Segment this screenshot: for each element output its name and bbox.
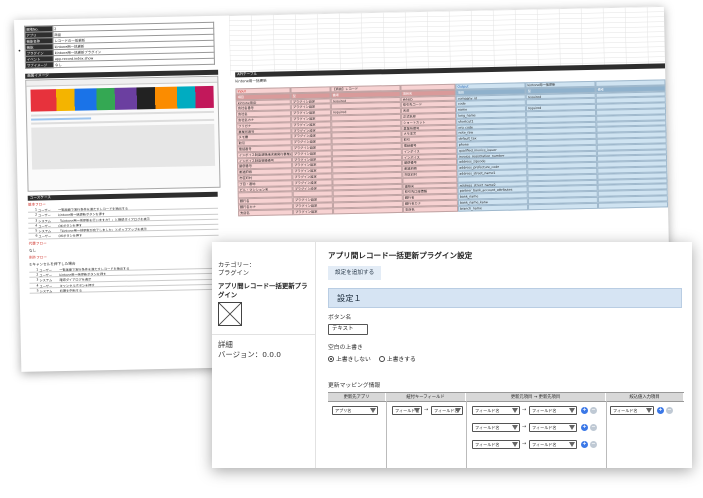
- api-cell: branch_name: [457, 204, 529, 212]
- remove-row-icon[interactable]: −: [590, 424, 597, 431]
- mapping-header-field-map: 更新元項目 → 更新先項目: [466, 393, 606, 401]
- usecase-cell: システム: [39, 289, 53, 294]
- radio-unselected-icon: [378, 355, 385, 362]
- usecase-cell: 3: [36, 277, 39, 282]
- usecase-cell: システム: [39, 278, 53, 283]
- api-cell: [333, 206, 404, 214]
- overwrite-label: 空白の上書き: [328, 345, 363, 351]
- mapping-header-filter: 絞込値入力項目: [606, 393, 684, 401]
- mapping-col-rule: [466, 401, 467, 468]
- api-cell: [527, 202, 599, 210]
- radio-selected-icon: [328, 355, 334, 362]
- chevron-down-icon: [370, 408, 376, 413]
- category-value: プラグイン: [218, 270, 249, 277]
- usecase-cell: 5: [36, 288, 39, 293]
- chevron-down-icon: [646, 408, 652, 413]
- mapping-col-rule: [386, 401, 387, 468]
- usecase-cell: ユーザー: [39, 273, 53, 278]
- version-text: バージョン：0.0.0: [218, 350, 282, 359]
- panel-divider: [212, 334, 316, 335]
- usecase-cell: 5: [35, 228, 38, 233]
- target-app-select[interactable]: アプリ名: [332, 406, 378, 415]
- usecase-cell: 3: [35, 218, 38, 223]
- settings-title: アプリ間レコード一括更新プラグイン設定: [328, 251, 473, 260]
- button-name-input[interactable]: テキスト: [328, 324, 368, 335]
- plugin-info-panel: カテゴリー： プラグイン アプリ間レコード一括更新プラグイン 詳細 バージョン：…: [212, 242, 316, 468]
- setting-1-header[interactable]: 設定１: [328, 288, 682, 308]
- usecase-cell: ユーザー: [38, 213, 51, 218]
- usecase-cell: 4: [36, 283, 39, 288]
- chevron-down-icon: [512, 425, 518, 430]
- add-row-icon[interactable]: +: [581, 424, 588, 431]
- usecase-cell: ユーザー: [37, 208, 51, 213]
- usecase-cell: 6: [35, 234, 38, 239]
- remove-filter-icon[interactable]: −: [666, 407, 673, 414]
- mapping-header-key-field: 紐付キーフィールド: [386, 393, 466, 401]
- button-name-label: ボタン名: [328, 315, 352, 321]
- bullet-marker: •: [17, 47, 22, 55]
- detail-label: 詳細: [218, 340, 233, 349]
- api-cell: プラグイン設定: [293, 208, 334, 215]
- usecase-cell: ユーザー: [39, 268, 52, 273]
- usecase-cell: 1: [34, 207, 38, 212]
- source-field-select-2[interactable]: フィールド名: [472, 423, 520, 432]
- source-field-select-3[interactable]: フィールド名: [472, 440, 520, 449]
- filter-field-select[interactable]: フィールド名: [610, 406, 654, 415]
- usecase-cell: 2: [35, 212, 38, 217]
- chevron-down-icon: [512, 442, 518, 447]
- meta-key: サブイメージ: [25, 61, 54, 69]
- target-field-select-1[interactable]: フィールド名: [529, 406, 577, 415]
- chevron-down-icon: [512, 408, 518, 413]
- spec-meta-table: 現地No. 2 アプリ 商談 機能名称 レコードの一括更新 機能 kintone用一括更新 プラ…: [24, 22, 215, 69]
- usecase-cell: ユーザー: [39, 283, 53, 289]
- target-field-select-3[interactable]: フィールド名: [529, 440, 577, 449]
- remove-row-icon[interactable]: −: [590, 407, 597, 414]
- key-field-source-select[interactable]: フィールド名: [392, 406, 422, 415]
- mapping-col-rule: [606, 401, 607, 468]
- api-table: Input 【商談】レコード Output kintone用一括更新 項目型備考…: [235, 79, 669, 216]
- chevron-down-icon: [569, 425, 575, 430]
- screen-image-thumbnail: [25, 75, 221, 192]
- plugin-settings-card: カテゴリー： プラグイン アプリ間レコード一括更新プラグイン 詳細 バージョン：…: [212, 242, 692, 468]
- key-field-target-select[interactable]: フィールド名: [431, 406, 463, 415]
- mapping-table: 更新先アプリ 紐付キーフィールド 更新元項目 → 更新先項目 絞込値入力項目: [328, 392, 684, 402]
- arrow-icon: →: [522, 441, 527, 447]
- settings-main: アプリ間レコード一括更新プラグイン設定 設定を追加する 設定１ ボタン名 テキス…: [316, 242, 692, 468]
- source-field-select-1[interactable]: フィールド名: [472, 406, 520, 415]
- chevron-down-icon: [569, 408, 575, 413]
- plugin-image-placeholder-icon: [218, 302, 242, 326]
- usecase-cell: 2: [36, 272, 39, 277]
- arrow-icon: →: [424, 407, 429, 413]
- add-setting-button[interactable]: 設定を追加する: [328, 266, 382, 280]
- target-field-select-2[interactable]: フィールド名: [529, 423, 577, 432]
- usecase-cell: 4: [35, 223, 38, 228]
- api-cell: 支店名: [402, 205, 459, 213]
- usecase-cell: ユーザー: [38, 224, 52, 229]
- usecase-section: ユースケース 基本フロー 1 ユーザー 一覧画面で実行条件を満たすレコードを抽出する…: [27, 191, 220, 294]
- radio-no-overwrite[interactable]: 上書きしない: [328, 354, 371, 363]
- arrow-icon: →: [522, 424, 527, 430]
- add-row-icon[interactable]: +: [581, 407, 588, 414]
- mapping-label: 更新マッピング情報: [328, 383, 381, 389]
- usecase-cell: システム: [38, 218, 51, 224]
- usecase-cell: 1: [36, 267, 39, 272]
- remove-row-icon[interactable]: −: [590, 441, 597, 448]
- overwrite-radio-group: 上書きしない 上書きする: [328, 354, 416, 363]
- add-row-icon[interactable]: +: [581, 441, 588, 448]
- usecase-cell: ユーザー: [38, 234, 52, 240]
- radio-overwrite[interactable]: 上書きする: [378, 354, 416, 363]
- arrow-icon: →: [522, 407, 527, 413]
- add-filter-icon[interactable]: +: [657, 407, 664, 414]
- mapping-header-target-app: 更新先アプリ: [328, 393, 386, 401]
- mapping-header-row: 更新先アプリ 紐付キーフィールド 更新元項目 → 更新先項目 絞込値入力項目: [328, 393, 684, 402]
- usecase-cell: システム: [38, 229, 52, 234]
- api-cell: [597, 201, 669, 209]
- chevron-down-icon: [569, 442, 575, 447]
- api-cell: 支店名: [238, 208, 294, 216]
- plugin-name: アプリ間レコード一括更新プラグイン: [218, 282, 308, 299]
